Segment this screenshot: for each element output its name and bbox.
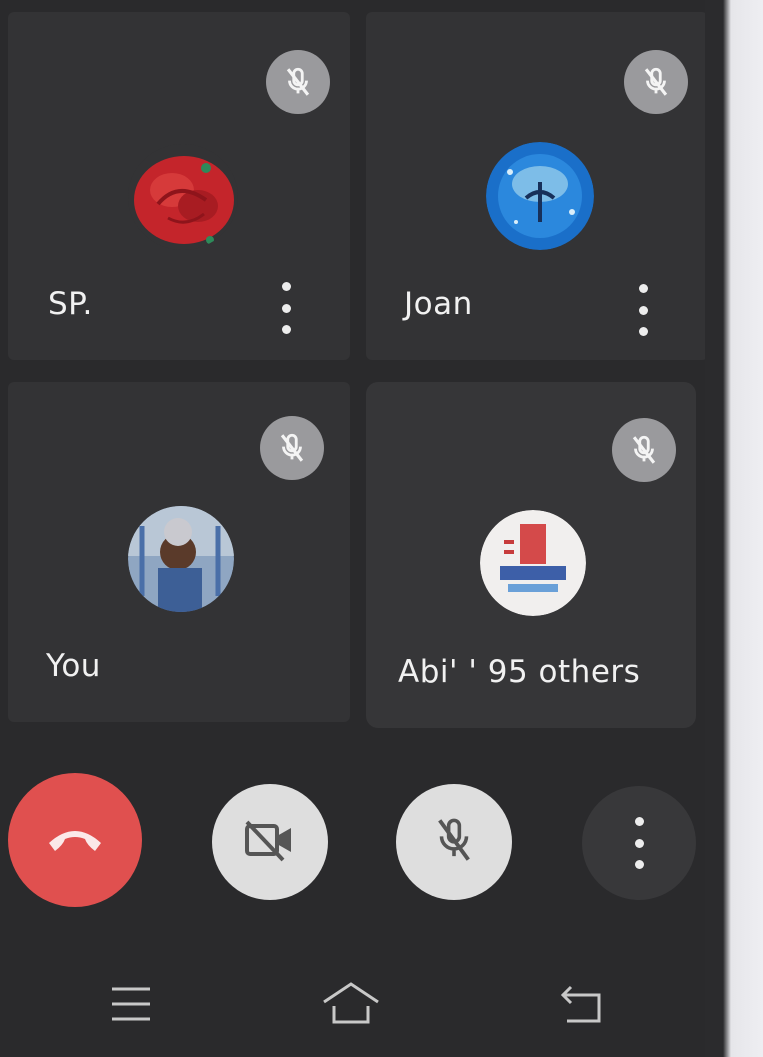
mic-toggle-button[interactable] bbox=[396, 784, 512, 900]
home-icon bbox=[320, 980, 382, 1030]
child-photo-avatar bbox=[128, 506, 234, 612]
mic-off-icon bbox=[624, 50, 688, 114]
participant-name: Joan bbox=[404, 286, 473, 322]
more-vert-icon bbox=[624, 817, 654, 869]
mic-off-icon bbox=[260, 416, 324, 480]
more-vert-icon[interactable] bbox=[628, 284, 658, 336]
camera-off-icon bbox=[243, 818, 297, 866]
mic-off-icon bbox=[612, 418, 676, 482]
back-button[interactable] bbox=[556, 984, 606, 1030]
participant-tile-you[interactable]: You bbox=[8, 382, 350, 722]
home-button[interactable] bbox=[318, 980, 384, 1030]
menu-button[interactable] bbox=[108, 984, 154, 1028]
participant-tile-sp[interactable]: SP. bbox=[8, 12, 350, 360]
end-call-button[interactable] bbox=[8, 773, 142, 907]
mic-off-icon bbox=[266, 50, 330, 114]
participant-name: Abi' ' 95 others bbox=[398, 654, 641, 690]
participant-name: SP. bbox=[48, 286, 93, 322]
blue-globe-avatar bbox=[486, 142, 594, 250]
more-vert-icon[interactable] bbox=[271, 282, 301, 334]
camera-toggle-button[interactable] bbox=[212, 784, 328, 900]
red-rose-avatar bbox=[128, 144, 238, 250]
device-edge bbox=[705, 0, 763, 1057]
group-logo-avatar bbox=[480, 510, 586, 616]
participant-tile-joan[interactable]: Joan bbox=[366, 12, 708, 360]
more-options-button[interactable] bbox=[582, 786, 696, 900]
phone-hangup-icon bbox=[45, 823, 105, 857]
menu-icon bbox=[110, 985, 152, 1027]
back-icon bbox=[557, 983, 605, 1031]
participant-name: You bbox=[46, 648, 101, 684]
participant-tile-others[interactable]: Abi' ' 95 others bbox=[366, 382, 696, 728]
meeting-screen: SP. Joan You Abi' ' 95 others bbox=[0, 0, 728, 1057]
mic-off-icon bbox=[432, 815, 476, 869]
